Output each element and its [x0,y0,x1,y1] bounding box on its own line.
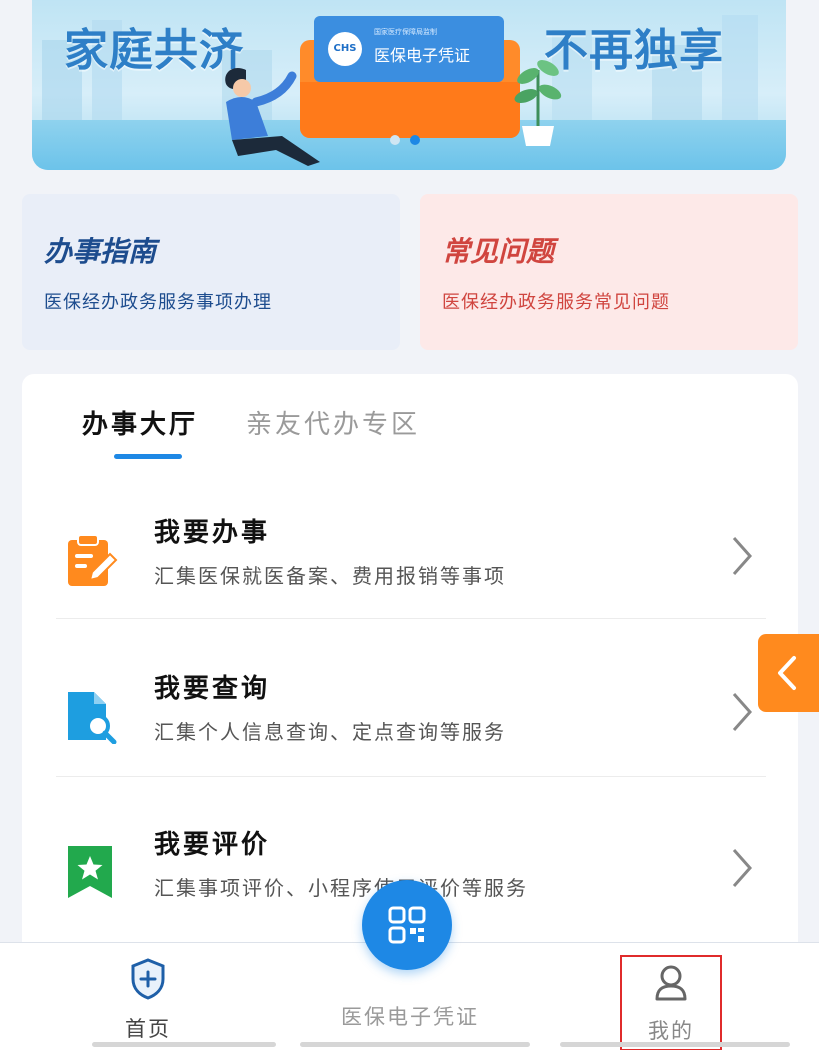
chevron-right-icon [732,537,753,575]
user-icon [655,965,687,1001]
service-desc: 汇集事项评价、小程序使用评价等服务 [154,876,528,900]
nav-medical-certificate[interactable]: 医保电子凭证 [320,1001,500,1031]
chevron-left-icon [778,656,796,690]
nav-mine[interactable]: 我的 [620,955,722,1050]
tab-proxy-service[interactable]: 亲友代办专区 [246,404,420,441]
service-guide-title: 办事指南 [44,235,157,268]
service-guide-card[interactable]: 办事指南 医保经办政务服务事项办理 [22,194,400,350]
carousel-dot[interactable] [390,135,400,145]
gesture-bar [560,1042,790,1047]
card-title: 医保电子凭证 [374,46,471,65]
chs-logo: CHS [328,32,362,66]
service-title: 我要查询 [154,674,271,704]
promo-banner[interactable]: 家庭共济 不再独享 CHS 国家医疗保障局监制 医保电子凭证 [32,0,786,170]
chevron-right-icon [732,849,753,887]
carousel-dot-active[interactable] [410,135,420,145]
service-desc: 汇集医保就医备案、费用报销等事项 [154,564,506,588]
nav-home-label: 首页 [125,1017,171,1041]
divider [56,618,766,619]
chevron-right-icon [732,693,753,731]
qr-code-icon [388,906,426,944]
nav-home[interactable]: 首页 [108,957,188,1043]
hall-tabs: 办事大厅 亲友代办专区 [82,404,468,441]
service-item-handle-affairs[interactable]: 我要办事 汇集医保就医备案、费用报销等事项 [22,478,798,634]
star-bookmark-icon [68,846,112,898]
nav-cert-label: 医保电子凭证 [341,1005,479,1029]
active-tab-indicator [114,454,182,459]
gesture-bar [92,1042,276,1047]
potted-plant-illustration [514,60,562,146]
service-desc: 汇集个人信息查询、定点查询等服务 [154,720,506,744]
divider [56,776,766,777]
faq-subtitle: 医保经办政务服务常见问题 [442,292,670,313]
floating-side-tab[interactable] [758,634,819,712]
woman-sitting-illustration [225,67,320,166]
faq-title: 常见问题 [442,235,555,268]
nav-mine-label: 我的 [648,1019,694,1043]
service-item-query[interactable]: 我要查询 汇集个人信息查询、定点查询等服务 [22,634,798,790]
carousel-indicator [390,130,430,149]
document-search-icon [68,692,117,744]
card-subtitle: 国家医疗保障局监制 [374,28,437,36]
tab-service-hall[interactable]: 办事大厅 [82,404,198,441]
service-title: 我要办事 [154,518,271,548]
service-guide-subtitle: 医保经办政务服务事项办理 [44,292,272,313]
qr-code-button[interactable] [362,880,452,970]
faq-card[interactable]: 常见问题 医保经办政务服务常见问题 [420,194,798,350]
service-title: 我要评价 [154,830,271,860]
gesture-bar [300,1042,530,1047]
shield-plus-icon [131,958,165,1000]
clipboard-edit-icon [68,534,118,586]
